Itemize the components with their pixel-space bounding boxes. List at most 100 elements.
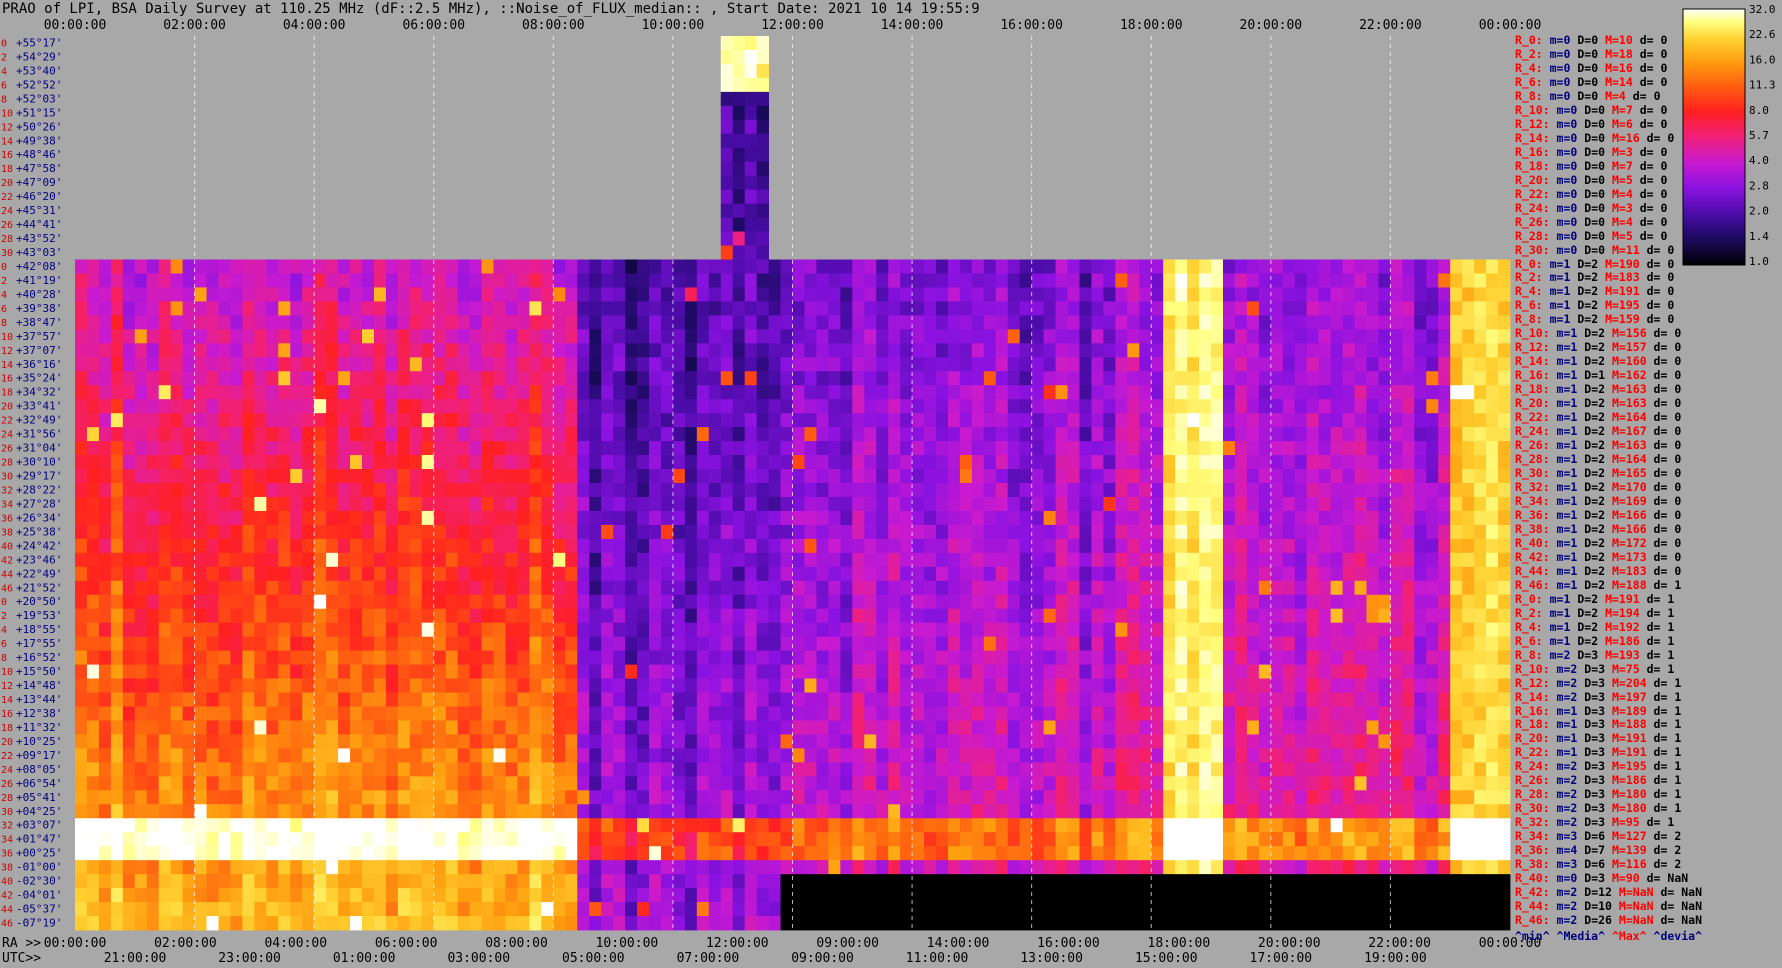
heatmap-cell	[445, 343, 459, 358]
heatmap-cell	[828, 455, 841, 470]
heatmap-cell	[266, 441, 279, 456]
heatmap-cell	[146, 287, 160, 302]
heatmap-cell	[684, 608, 698, 624]
heatmap-cell	[1067, 622, 1080, 638]
heatmap-cell	[912, 608, 925, 624]
heatmap-cell	[457, 762, 471, 777]
heatmap-cell	[1055, 273, 1068, 288]
heatmap-cell	[1091, 762, 1104, 777]
heatmap-cell	[1175, 343, 1188, 358]
heatmap-cell	[302, 776, 315, 791]
heatmap-cell	[1270, 343, 1284, 358]
heatmap-cell	[505, 902, 518, 917]
heatmap-cell	[517, 357, 530, 372]
heatmap-cell	[541, 860, 554, 875]
heatmap-cell	[553, 455, 566, 470]
heatmap-cell	[1163, 329, 1176, 344]
heatmap-cell	[744, 776, 758, 791]
heatmap-cell	[230, 413, 243, 428]
heatmap-cell	[947, 399, 961, 414]
heatmap-cell	[840, 259, 853, 274]
heatmap-cell	[1031, 301, 1045, 316]
heatmap-cell	[1151, 804, 1164, 819]
heatmap-cell	[780, 622, 793, 638]
heatmap-cell	[672, 343, 686, 358]
heatmap-cell	[1151, 315, 1164, 330]
heatmap-cell	[684, 594, 698, 610]
heatmap-cell	[804, 790, 817, 805]
heatmap-cell	[1139, 776, 1152, 791]
heatmap-cell	[565, 692, 578, 707]
heatmap-cell	[565, 804, 578, 819]
heatmap-cell	[1163, 818, 1176, 833]
heatmap-cell	[75, 427, 88, 442]
heatmap-cell	[493, 552, 506, 568]
heatmap-cell	[1115, 650, 1128, 665]
heatmap-cell	[218, 846, 231, 861]
heatmap-cell	[170, 538, 184, 554]
heatmap-cell	[134, 483, 148, 498]
heatmap-cell	[194, 776, 207, 791]
heatmap-cell	[529, 496, 542, 512]
heatmap-cell	[768, 790, 781, 805]
heatmap-cell	[876, 343, 889, 358]
heatmap-cell	[1055, 399, 1068, 414]
heatmap-cell	[146, 259, 160, 274]
heatmap-cell	[971, 776, 985, 791]
heatmap-cell	[1007, 510, 1021, 526]
heatmap-cell	[792, 832, 805, 847]
heatmap-cell	[182, 315, 195, 330]
heatmap-cell	[170, 874, 184, 889]
heatmap-cell	[1127, 846, 1140, 861]
heatmap-cell	[1067, 888, 1080, 903]
heatmap-cell	[314, 692, 327, 707]
heatmap-cell	[565, 762, 578, 777]
heatmap-cell	[1270, 273, 1284, 288]
heatmap-cell	[947, 510, 961, 526]
heatmap-cell	[553, 483, 566, 498]
heatmap-cell	[134, 538, 148, 554]
heatmap-cell	[1043, 594, 1056, 610]
heatmap-cell	[505, 762, 518, 777]
heatmap-cell	[98, 916, 112, 931]
heatmap-cell	[565, 510, 578, 526]
heatmap-cell	[780, 678, 793, 693]
heatmap-cell	[457, 287, 471, 302]
heatmap-cell	[864, 818, 877, 833]
heatmap-cell	[768, 776, 781, 791]
heatmap-cell	[1282, 385, 1296, 400]
heatmap-cell	[613, 413, 626, 428]
heatmap-cell	[373, 524, 387, 540]
heatmap-cell	[1211, 469, 1224, 484]
heatmap-cell	[959, 608, 973, 624]
heatmap-cell	[517, 888, 530, 903]
heatmap-cell	[110, 720, 124, 735]
heatmap-cell	[637, 692, 650, 707]
heatmap-cell	[708, 762, 722, 777]
heatmap-cell	[505, 427, 518, 442]
heatmap-cell	[625, 874, 638, 889]
heatmap-cell	[1199, 608, 1212, 624]
heatmap-cell	[577, 846, 590, 861]
heatmap-cell	[637, 441, 650, 456]
heatmap-cell	[397, 608, 411, 624]
heatmap-cell	[792, 483, 805, 498]
heatmap-cell	[350, 455, 363, 470]
heatmap-cell	[1115, 524, 1128, 540]
heatmap-cell	[445, 385, 459, 400]
heatmap-cell	[397, 399, 411, 414]
heatmap-cell	[900, 692, 913, 707]
heatmap-cell	[649, 315, 662, 330]
heatmap-cell	[326, 427, 339, 442]
heatmap-cell	[1043, 301, 1056, 316]
heatmap-cell	[517, 622, 530, 638]
heatmap-cell	[1258, 776, 1272, 791]
heatmap-cell	[840, 483, 853, 498]
heatmap-cell	[314, 860, 327, 875]
heatmap-cell	[1246, 678, 1260, 693]
heatmap-cell	[876, 455, 889, 470]
heatmap-cell	[1007, 580, 1021, 596]
heatmap-cell	[995, 524, 1009, 540]
heatmap-cell	[768, 734, 781, 749]
heatmap-cell	[421, 427, 435, 442]
